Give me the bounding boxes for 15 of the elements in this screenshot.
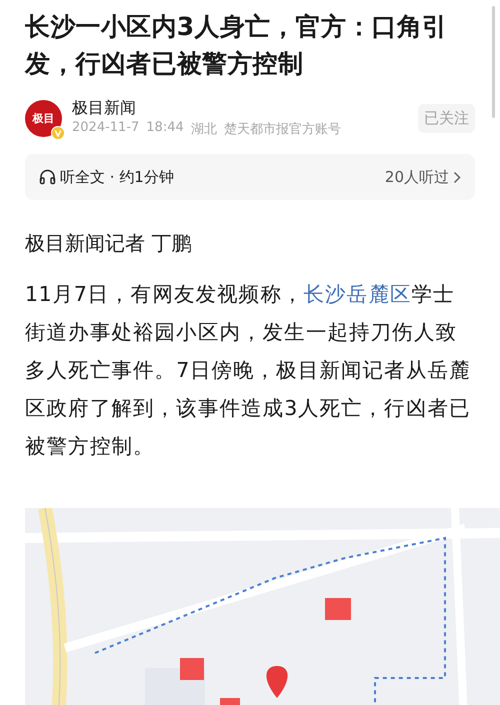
listener-count: 20人听过 <box>384 168 449 186</box>
listen-bar[interactable]: 听全文 · 约1分钟 20人听过 <box>25 154 475 200</box>
scrollbar[interactable] <box>492 6 495 118</box>
headphones-icon <box>39 169 56 185</box>
chevron-right-icon <box>453 170 461 184</box>
article-title: 长沙一小区内3人身亡，官方：口角引发，行凶者已被警方控制 <box>25 11 448 80</box>
location-link[interactable]: 长沙岳麓区 <box>304 282 412 306</box>
article-paragraph: 11月7日，有网友发视频称，长沙岳麓区学士街道办事处裕园小区内，发生一起持刀伤人致多人死亡事件。7日傍晚，极目新闻记者从岳麓区政府了解到，该事件造成3人死亡，行凶者已被警方控制。 <box>25 281 472 460</box>
listen-label: 听全文 · 约1分钟 <box>60 168 174 186</box>
region: 湖北 <box>190 121 217 138</box>
publish-date: 2024-11-7 <box>72 120 140 137</box>
byline: 极目新闻记者 丁鹏 <box>25 230 192 257</box>
source-name[interactable]: 极目新闻 <box>72 98 408 119</box>
account-label: 楚天都市报官方账号 <box>224 121 341 138</box>
publish-time: 18:44 <box>146 120 184 137</box>
